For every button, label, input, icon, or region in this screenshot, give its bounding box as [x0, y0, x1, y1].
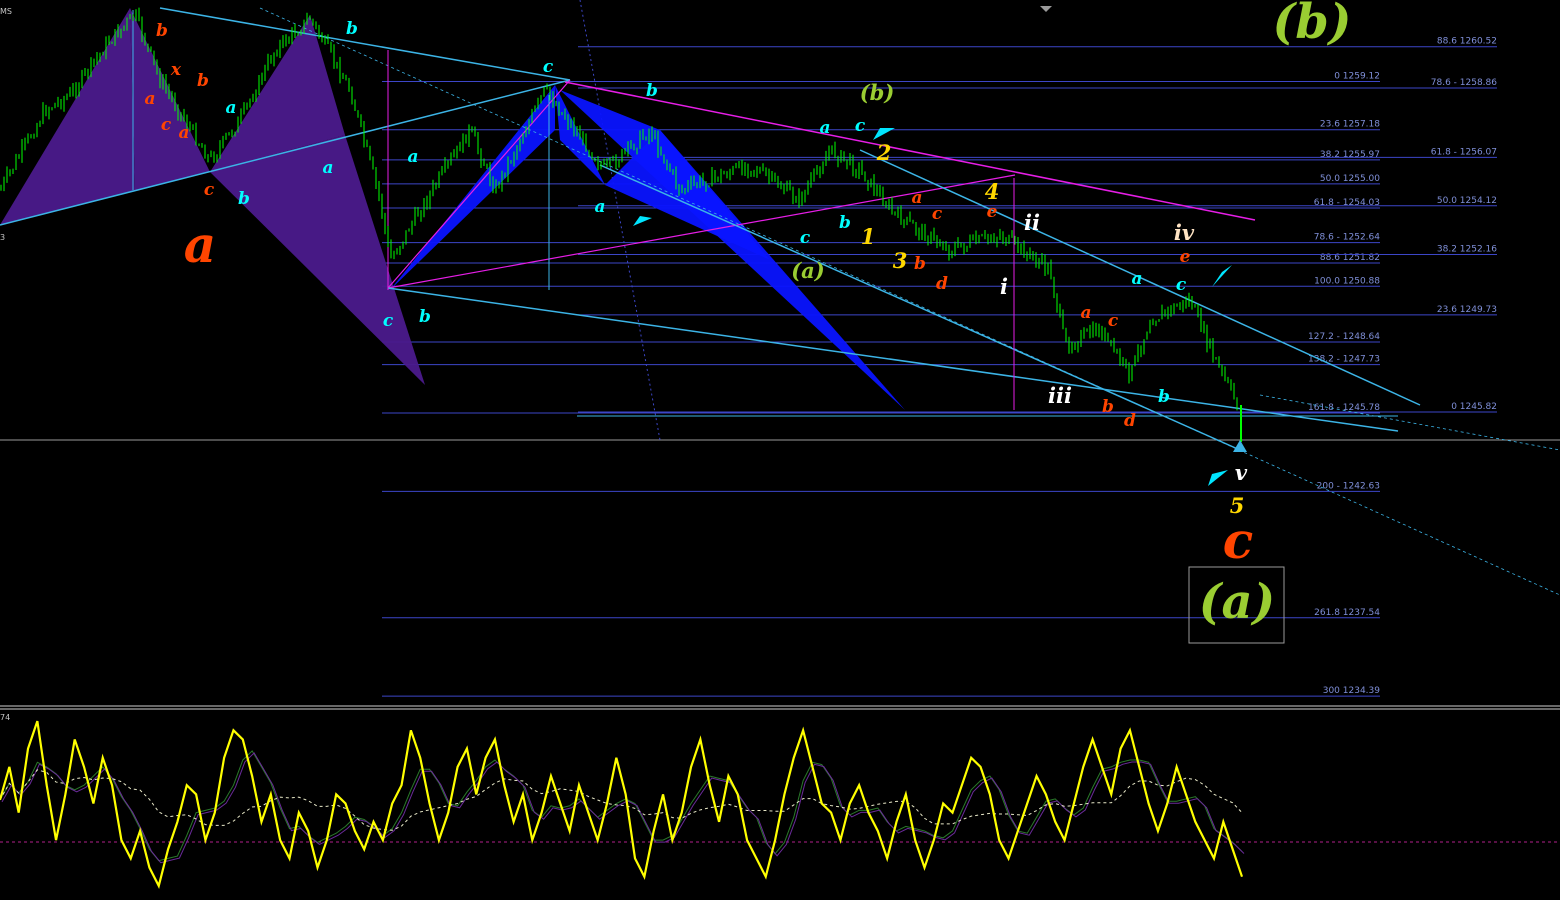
wave-label-minor: b [914, 254, 926, 274]
trendline-dotted [1259, 394, 1560, 451]
fib-extension-label: 0 1245.82 [1451, 402, 1497, 412]
wave-label-minor: b [646, 81, 658, 101]
wave-label: a [407, 147, 418, 167]
wave-label: 1 [861, 224, 876, 249]
fib-level-label: 38.2 1255.97 [1320, 150, 1380, 160]
fib-level-label: 161.8 - 1245.78 [1308, 403, 1380, 413]
fib-level-label: 23.6 1257.18 [1320, 120, 1380, 130]
wave-label-minor: a [819, 118, 830, 138]
wave-label-minor: b [1158, 387, 1170, 407]
wave-label-minor: a [594, 197, 605, 217]
current-price-arrow-icon [1233, 440, 1247, 452]
wave-label: 4 [985, 179, 1000, 204]
wave-label: 3 [893, 248, 908, 273]
wave-label-minor: c [1176, 275, 1187, 295]
pattern-triangle-4 [210, 135, 425, 385]
fib-extension-label: 61.8 - 1256.07 [1431, 147, 1497, 157]
fib-level-label: 61.8 - 1254.03 [1314, 198, 1380, 208]
wave-label-minor: c [932, 204, 943, 224]
pointer-arrow-icon [633, 216, 652, 226]
trendline [159, 7, 571, 81]
wave-label-minor: a [911, 188, 922, 208]
wave-label: (a) [1199, 574, 1276, 630]
pointer-arrow-icon [1208, 470, 1228, 486]
wave-label: 2 [876, 140, 892, 165]
wave-label-minor: b [839, 213, 851, 233]
fib-extension-label: 23.6 1249.73 [1437, 305, 1497, 315]
wave-label-minor: e [1180, 247, 1191, 267]
wave-label-minor: b [238, 189, 250, 209]
wave-label-minor: d [936, 274, 948, 294]
wave-label-minor: b [346, 19, 358, 39]
pattern-triangle-7 [560, 90, 905, 410]
fib-level-label: 100.0 1250.88 [1314, 276, 1380, 286]
wave-label: x [170, 60, 182, 80]
wave-label: (a) [791, 258, 824, 283]
wave-label-minor: c [855, 116, 866, 136]
fib-extension-label: 50.0 1254.12 [1437, 196, 1497, 206]
wave-label-minor: c [800, 228, 811, 248]
main-panel-header-fragment: MS [0, 7, 12, 16]
wave-label: b [419, 307, 431, 327]
wave-label: (b) [860, 80, 895, 105]
oscillator-header-fragment: 74 [0, 713, 10, 722]
wave-label-minor: b [197, 71, 209, 91]
elliott-wave-chart: 0 1259.12 23.6 1257.18 38.2 1255.97 50.0 12… [0, 0, 1560, 900]
wave-label-minor: a [225, 98, 236, 118]
wave-label-minor: b [1102, 397, 1114, 417]
wave-label: a [184, 215, 216, 274]
wave-label: (b) [1273, 0, 1352, 50]
collapse-marker-icon [1040, 6, 1052, 12]
fib-level-label: 78.6 - 1252.64 [1314, 233, 1380, 243]
wave-label-minor: a [144, 89, 155, 109]
wave-label: ii [1024, 210, 1040, 235]
fib-extension-label: 38.2 1252.16 [1437, 244, 1497, 254]
wave-label: c [383, 311, 394, 331]
wave-label-minor: a [1131, 269, 1142, 289]
price-chart-svg: 0 1259.12 23.6 1257.18 38.2 1255.97 50.0 12… [0, 0, 1560, 889]
wave-label-minor: c [204, 180, 215, 200]
wave-label: iii [1048, 383, 1072, 408]
oscillator-main-line [0, 720, 1244, 889]
fib-level-label: 200 - 1242.63 [1317, 481, 1380, 491]
wave-label-minor: b [156, 21, 168, 41]
wave-label: i [1000, 274, 1008, 299]
oscillator-signal-purple [1, 752, 1245, 864]
wave-label-minor: a [178, 123, 189, 143]
trendline [387, 287, 1399, 432]
pointer-arrow-icon [1212, 265, 1232, 287]
fib-extension-label: 78.6 - 1258.86 [1431, 78, 1497, 88]
fib-level-label: 50.0 1255.00 [1320, 174, 1380, 184]
vertical-dotted-guide [579, 0, 661, 441]
left-edge-fragment: 3 [0, 233, 5, 242]
wave-label-minor: c [543, 57, 554, 77]
fib-level-label: 127.2 - 1248.64 [1308, 332, 1380, 342]
wave-label-minor: c [1108, 311, 1119, 331]
wave-label-minor: e [987, 202, 998, 222]
wave-label-minor: c [161, 115, 172, 135]
wave-label: v [1235, 460, 1248, 485]
oscillator-signal-green [0, 750, 1243, 862]
fib-level-label: 0 1259.12 [1334, 72, 1380, 82]
wave-label-minor: a [1080, 303, 1091, 323]
wave-label: iv [1174, 220, 1195, 245]
fib-level-label: 300 1234.39 [1323, 686, 1381, 696]
fib-extension-label: 88.6 1260.52 [1437, 37, 1497, 47]
fib-level-label: 261.8 1237.54 [1314, 608, 1380, 618]
wave-label: c [1223, 511, 1253, 570]
trendline-dotted [259, 7, 1560, 596]
wave-label: 5 [1230, 493, 1245, 518]
pattern-triangle-5 [390, 85, 555, 290]
wave-label-minor: a [322, 158, 333, 178]
wave-label-minor: d [1124, 411, 1136, 431]
